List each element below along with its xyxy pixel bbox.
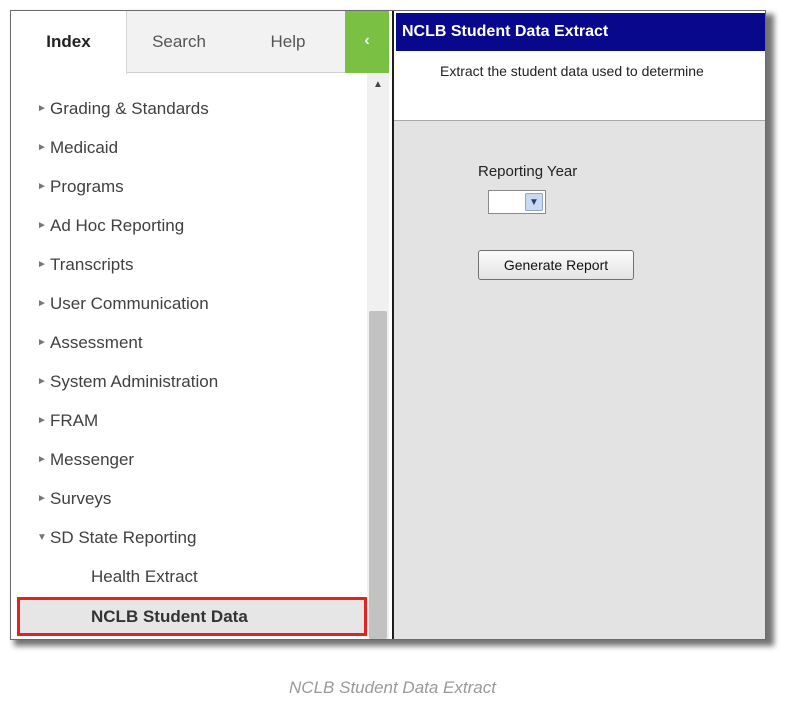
- nav-item-label: FRAM: [50, 411, 99, 430]
- nav-item-label: Grading & Standards: [50, 99, 209, 118]
- generate-report-button[interactable]: Generate Report: [478, 250, 634, 280]
- nav-item-label: Messenger: [50, 450, 135, 469]
- expand-arrow-icon: ►: [37, 142, 47, 153]
- nav-item-sd-state-reporting[interactable]: ▼ SD State Reporting: [11, 518, 367, 557]
- nav-item-label: Programs: [50, 177, 124, 196]
- nav-item-nclb-student-data[interactable]: NCLB Student Data: [17, 597, 367, 636]
- collapse-arrow-icon: ▼: [37, 532, 47, 543]
- nav-item-ad-hoc-reporting[interactable]: ► Ad Hoc Reporting: [11, 206, 367, 245]
- tab-bar: Index Search Help ‹: [11, 11, 389, 74]
- scrollbar-thumb[interactable]: [369, 311, 387, 639]
- nav-item-label: System Administration: [50, 372, 219, 391]
- nav-item-label: Surveys: [50, 489, 112, 508]
- nav-item-surveys[interactable]: ► Surveys: [11, 479, 367, 518]
- nav-item-grading-standards[interactable]: ► Grading & Standards: [11, 89, 367, 128]
- reporting-year-label: Reporting Year: [478, 163, 578, 180]
- nav-item-assessment[interactable]: ► Assessment: [11, 323, 367, 362]
- nav-item-label: Health Extract: [91, 567, 198, 586]
- chevron-down-icon[interactable]: ▼: [525, 193, 543, 211]
- app-window: Index Search Help ‹ ► Grading & Standards…: [10, 10, 766, 640]
- expand-arrow-icon: ►: [37, 181, 47, 192]
- expand-arrow-icon: ►: [37, 415, 47, 426]
- expand-arrow-icon: ►: [37, 337, 47, 348]
- nav-tree: ► Grading & Standards ► Medicaid ► Programs…: [11, 73, 367, 639]
- expand-arrow-icon: ►: [37, 220, 47, 231]
- expand-arrow-icon: ►: [37, 376, 47, 387]
- page-description: Extract the student data used to determi…: [440, 63, 704, 79]
- tab-help[interactable]: Help: [231, 11, 345, 73]
- content-panel: NCLB Student Data Extract Extract the st…: [392, 11, 765, 639]
- nav-item-label: SD State Reporting: [50, 528, 197, 547]
- collapse-panel-button[interactable]: ‹: [345, 11, 389, 73]
- chevron-left-icon: ‹: [364, 32, 370, 49]
- scroll-up-arrow-icon[interactable]: ▲: [367, 77, 389, 93]
- nav-item-label: User Communication: [50, 294, 209, 313]
- nav-item-label: Medicaid: [50, 138, 119, 157]
- navigation-panel: Index Search Help ‹ ► Grading & Standards…: [11, 11, 389, 639]
- nav-item-transcripts[interactable]: ► Transcripts: [11, 245, 367, 284]
- nav-item-messenger[interactable]: ► Messenger: [11, 440, 367, 479]
- tab-index[interactable]: Index: [11, 11, 127, 74]
- nav-item-user-communication[interactable]: ► User Communication: [11, 284, 367, 323]
- nav-item-fram[interactable]: ► FRAM: [11, 401, 367, 440]
- nav-item-health-extract[interactable]: Health Extract: [11, 557, 367, 596]
- nav-item-programs[interactable]: ► Programs: [11, 167, 367, 206]
- nav-item-system-administration[interactable]: ► System Administration: [11, 362, 367, 401]
- nav-item-label: Ad Hoc Reporting: [50, 216, 185, 235]
- expand-arrow-icon: ►: [37, 493, 47, 504]
- nav-scrollbar[interactable]: ▲: [367, 73, 389, 639]
- page-title: NCLB Student Data Extract: [396, 13, 765, 51]
- nav-item-label: NCLB Student Data: [91, 607, 248, 626]
- nav-item-label: Transcripts: [50, 255, 134, 274]
- expand-arrow-icon: ►: [37, 259, 47, 270]
- tab-search[interactable]: Search: [127, 11, 231, 73]
- content-header: NCLB Student Data Extract Extract the st…: [394, 11, 765, 121]
- expand-arrow-icon: ►: [37, 298, 47, 309]
- expand-arrow-icon: ►: [37, 103, 47, 114]
- nav-item-label: Assessment: [50, 333, 143, 352]
- expand-arrow-icon: ►: [37, 454, 47, 465]
- nav-item-medicaid[interactable]: ► Medicaid: [11, 128, 367, 167]
- reporting-year-select[interactable]: ▼: [488, 190, 546, 214]
- figure-caption: NCLB Student Data Extract: [289, 678, 496, 697]
